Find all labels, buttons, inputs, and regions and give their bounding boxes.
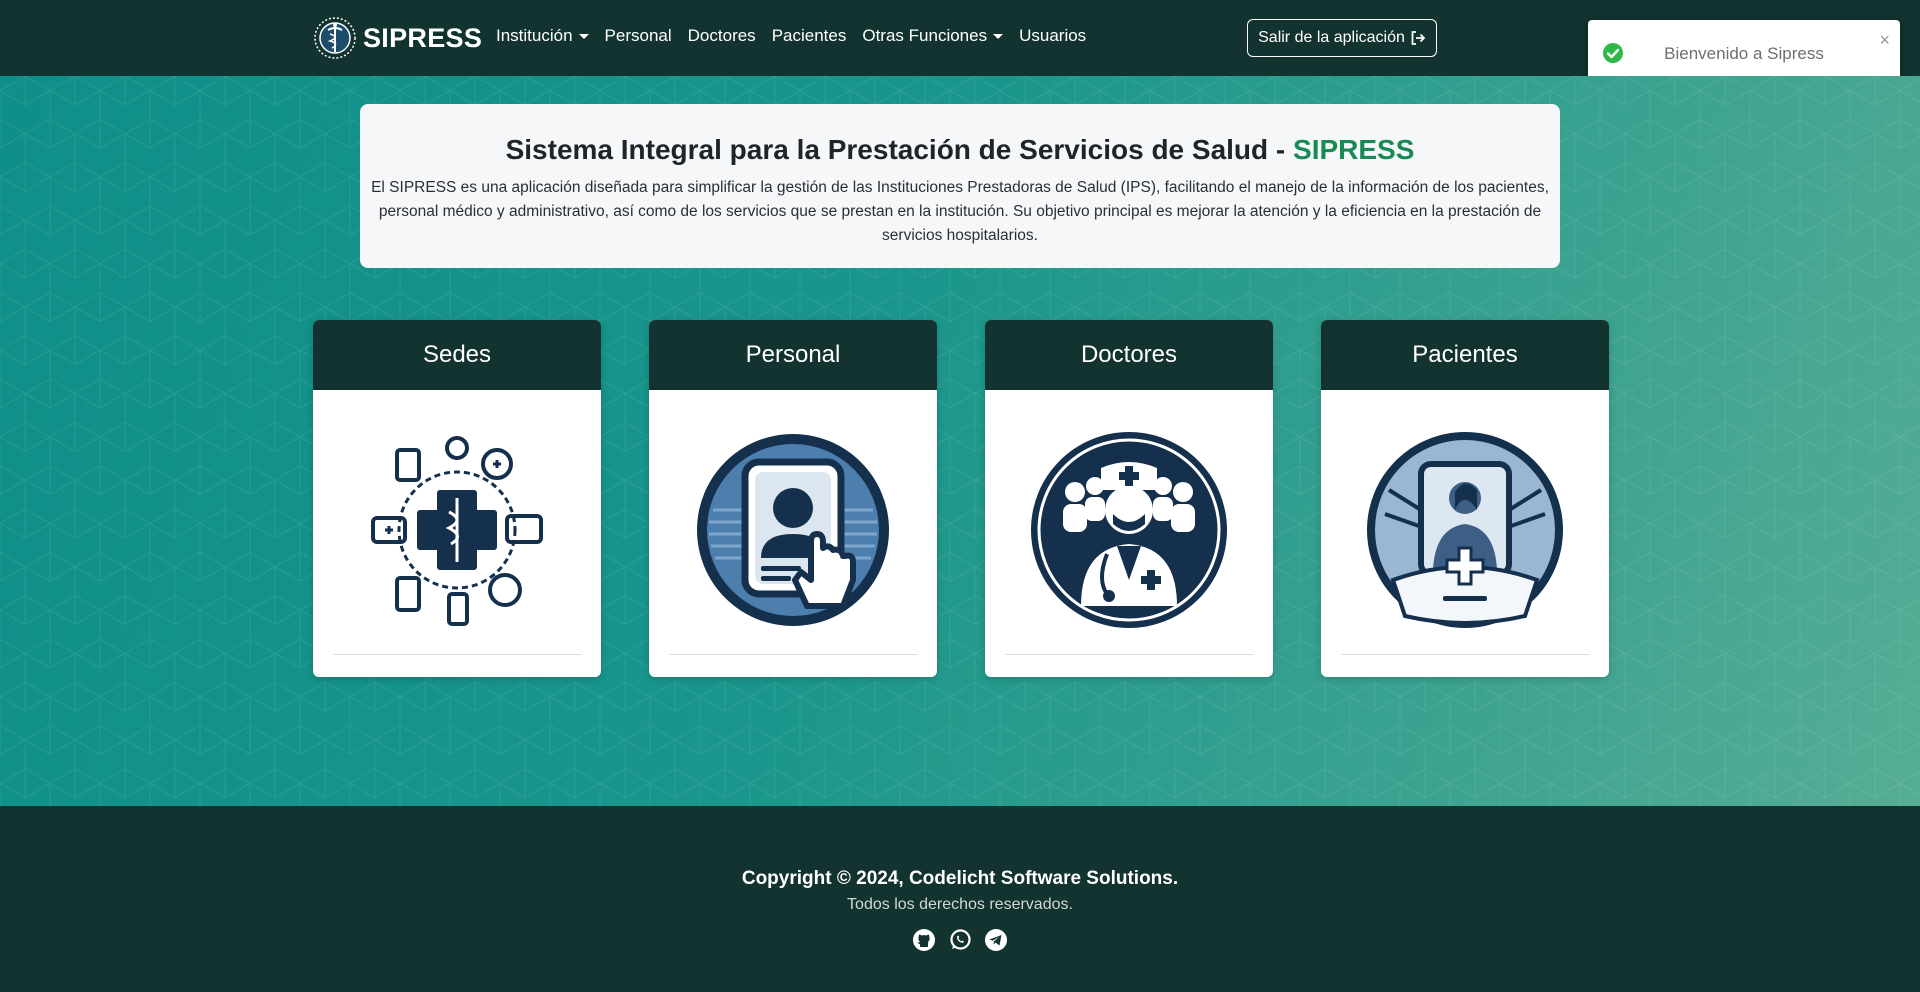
social-links bbox=[0, 928, 1920, 952]
sign-out-icon bbox=[1411, 31, 1426, 45]
page-title: Sistema Integral para la Prestación de S… bbox=[370, 134, 1550, 166]
caret-down-icon bbox=[578, 33, 589, 39]
logout-button[interactable]: Salir de la aplicación bbox=[1247, 19, 1437, 57]
medical-collage-icon bbox=[371, 436, 543, 626]
toast-message: Bienvenido a Sipress bbox=[1664, 44, 1824, 63]
nav-item-institucion[interactable]: Institución bbox=[496, 26, 589, 46]
nav-item-label: Personal bbox=[604, 26, 672, 45]
nav-item-doctores[interactable]: Doctores bbox=[688, 26, 756, 46]
page-title-text: Sistema Integral para la Prestación de S… bbox=[505, 134, 1294, 165]
rights-text: Todos los derechos reservados. bbox=[847, 896, 1073, 913]
page-title-accent: SIPRESS bbox=[1293, 134, 1415, 165]
card-title: Doctores bbox=[985, 320, 1273, 390]
toast-notification: Bienvenido a Sipress × bbox=[1588, 20, 1900, 84]
card-divider bbox=[1005, 654, 1253, 655]
card-divider bbox=[1341, 654, 1589, 655]
card-title: Pacientes bbox=[1321, 320, 1609, 390]
staff-badge-icon bbox=[697, 434, 889, 626]
caduceus-logo-icon bbox=[314, 17, 356, 59]
doctor-team-icon bbox=[1031, 432, 1227, 628]
intro-panel: Sistema Integral para la Prestación de S… bbox=[360, 104, 1560, 268]
card-pacientes[interactable]: Pacientes bbox=[1321, 320, 1609, 677]
caret-down-icon bbox=[993, 33, 1004, 39]
nav-item-otras-funciones[interactable]: Otras Funciones bbox=[862, 26, 1004, 46]
card-doctores[interactable]: Doctores bbox=[985, 320, 1273, 677]
nav-item-pacientes[interactable]: Pacientes bbox=[772, 26, 847, 46]
nav-menu: Institución Personal Doctores Pacientes … bbox=[496, 26, 1102, 46]
nav-item-usuarios[interactable]: Usuarios bbox=[1019, 26, 1086, 46]
card-personal[interactable]: Personal bbox=[649, 320, 937, 677]
patient-icon bbox=[1367, 432, 1563, 628]
whatsapp-icon[interactable] bbox=[948, 928, 972, 952]
card-title: Personal bbox=[649, 320, 937, 390]
card-sedes[interactable]: Sedes bbox=[313, 320, 601, 677]
brand[interactable]: SIPRESS bbox=[313, 16, 482, 60]
card-title: Sedes bbox=[313, 320, 601, 390]
brand-name: SIPRESS bbox=[363, 22, 483, 53]
nav-item-label: Pacientes bbox=[771, 26, 847, 45]
telegram-icon[interactable] bbox=[984, 928, 1008, 952]
logout-label: Salir de la aplicación bbox=[1258, 29, 1405, 46]
nav-item-label: Institución bbox=[496, 26, 573, 45]
footer: Copyright © 2024, Codelicht Software Sol… bbox=[0, 806, 1920, 992]
nav-item-label: Doctores bbox=[687, 26, 756, 45]
card-divider bbox=[669, 654, 917, 655]
nav-item-label: Usuarios bbox=[1019, 26, 1087, 45]
main-content: Sistema Integral para la Prestación de S… bbox=[0, 76, 1920, 806]
nav-item-label: Otras Funciones bbox=[862, 26, 988, 45]
github-icon[interactable] bbox=[912, 928, 936, 952]
card-divider bbox=[333, 654, 581, 655]
intro-description: El SIPRESS es una aplicación diseñada pa… bbox=[371, 179, 1549, 244]
nav-item-personal[interactable]: Personal bbox=[605, 26, 672, 46]
close-icon[interactable]: × bbox=[1879, 30, 1890, 51]
copyright-text: Copyright © 2024, Codelicht Software Sol… bbox=[741, 868, 1179, 889]
